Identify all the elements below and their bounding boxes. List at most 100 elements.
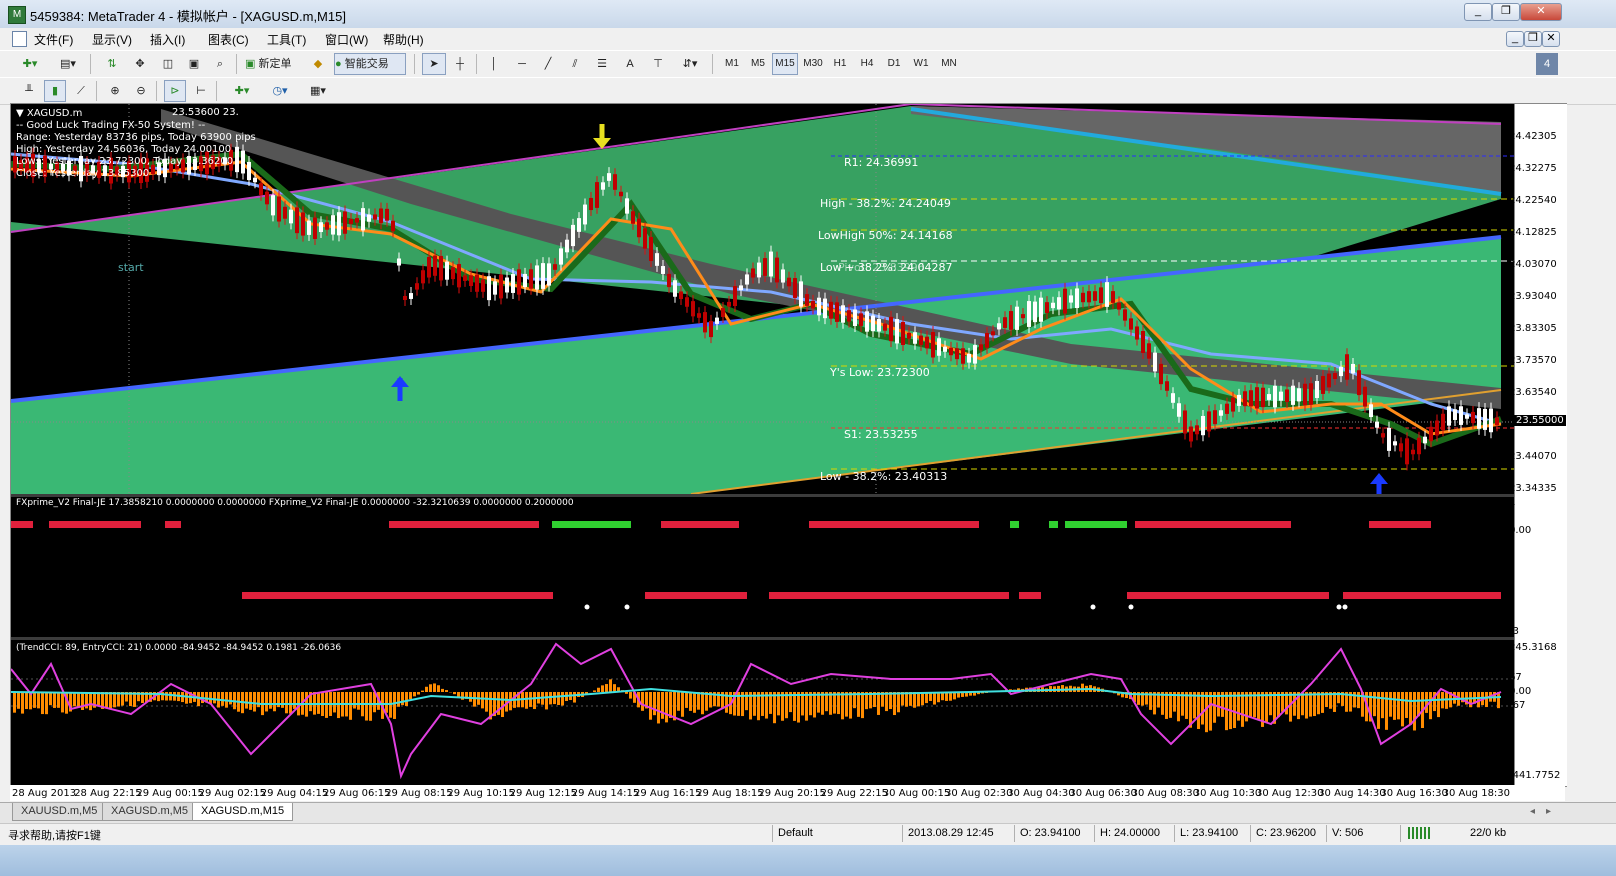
child-restore-button[interactable]: ❐ xyxy=(1524,31,1542,47)
chart-canvas[interactable] xyxy=(11,104,1566,786)
cci-histogram-bar xyxy=(1373,692,1376,717)
child-minimize-button[interactable]: _ xyxy=(1506,31,1524,47)
candle-body xyxy=(907,332,911,339)
cci-histogram-bar xyxy=(37,692,40,709)
time-axis-label: 30 Aug 06:30 xyxy=(1069,788,1137,799)
menu-help[interactable]: 帮助(H) xyxy=(383,31,424,48)
text-tool-icon[interactable]: A xyxy=(618,53,642,75)
candle-body xyxy=(895,319,899,344)
navigator-icon[interactable]: ✥ xyxy=(128,53,152,75)
tab-scroll-right-icon[interactable]: ▸ xyxy=(1546,806,1551,817)
terminal-icon[interactable]: ▣ xyxy=(182,53,206,75)
timeframe-m5-button[interactable]: M5 xyxy=(746,53,770,75)
cci-histogram-bar xyxy=(885,692,888,712)
auto-trading-button[interactable]: ● 智能交易 xyxy=(334,53,406,75)
menu-charts[interactable]: 图表(C) xyxy=(208,31,249,48)
level-lowhigh-50: LowHigh 50%: 24.14168 xyxy=(818,229,953,242)
time-axis-label: 29 Aug 18:15 xyxy=(696,788,764,799)
cci-histogram-bar xyxy=(365,692,368,721)
auto-scroll-icon[interactable]: ⊳ xyxy=(164,80,186,102)
close-button[interactable]: ✕ xyxy=(1520,3,1562,21)
cci-histogram-bar xyxy=(557,692,560,705)
tab-xauusd-m5[interactable]: XAUUSD.m,M5 xyxy=(12,803,107,821)
candle-body xyxy=(1225,403,1229,414)
menu-file[interactable]: 文件(F) xyxy=(34,31,73,48)
cci-histogram-bar xyxy=(49,692,52,706)
toolbar-separator xyxy=(156,81,157,101)
fxprime-bar xyxy=(1049,521,1058,528)
menu-tools[interactable]: 工具(T) xyxy=(267,31,306,48)
indicators-icon[interactable]: ✚▾ xyxy=(224,80,260,102)
timeframe-m1-button[interactable]: M1 xyxy=(720,53,744,75)
zoom-in-icon[interactable]: ⊕ xyxy=(104,80,126,102)
line-chart-icon[interactable]: ⟋ xyxy=(70,80,92,102)
info-line-1: -- Good Luck Trading FX-50 System! -- xyxy=(16,120,206,131)
timeframe-m15-button[interactable]: M15 xyxy=(772,53,798,75)
candle-body xyxy=(415,283,419,290)
level-pivot: Pivot: 23.83996 xyxy=(838,261,925,274)
timeframe-w1-button[interactable]: W1 xyxy=(909,53,933,75)
timeframe-mn-button[interactable]: MN xyxy=(936,53,962,75)
menu-insert[interactable]: 插入(I) xyxy=(150,31,185,48)
cci-histogram-bar xyxy=(813,692,816,718)
cci-histogram-bar xyxy=(425,686,428,692)
cursor-tool-icon[interactable]: ➤ xyxy=(422,53,446,75)
connection-status-icon[interactable] xyxy=(1408,827,1432,839)
crosshair-tool-icon[interactable]: ┼ xyxy=(448,53,472,75)
timeframe-h1-button[interactable]: H1 xyxy=(828,53,852,75)
timeframe-d1-button[interactable]: D1 xyxy=(882,53,906,75)
tab-xagusd-m15[interactable]: XAGUSD.m,M15 xyxy=(192,803,294,821)
candle-body xyxy=(427,256,431,278)
metaeditor-icon[interactable]: ◆ xyxy=(306,53,330,75)
candle-body xyxy=(715,317,719,324)
menu-view[interactable]: 显示(V) xyxy=(92,31,132,48)
cci-histogram-bar xyxy=(681,692,684,717)
tab-xagusd-m5[interactable]: XAGUSD.m,M5 xyxy=(102,803,198,821)
arrows-tool-icon[interactable]: ⇵▾ xyxy=(672,53,708,75)
bar-chart-icon[interactable]: ╨ xyxy=(18,80,40,102)
cci-histogram-bar xyxy=(1233,692,1236,728)
candle-body xyxy=(637,218,641,238)
periods-icon[interactable]: ◷▾ xyxy=(262,80,298,102)
cci-histogram-bar xyxy=(849,692,852,719)
horizontal-line-icon[interactable]: ─ xyxy=(510,53,534,75)
fibonacci-icon[interactable]: ☰ xyxy=(590,53,614,75)
chart-shift-icon[interactable]: ⊢ xyxy=(190,80,212,102)
level-r1: R1: 24.36991 xyxy=(844,156,919,169)
vertical-line-icon[interactable]: │ xyxy=(482,53,506,75)
price-axis-label: 23.44070 xyxy=(1509,451,1557,462)
new-chart-icon[interactable]: ✚▾ xyxy=(14,53,46,75)
candle-body xyxy=(241,150,245,174)
candle-body xyxy=(1327,373,1331,388)
templates-icon[interactable]: ▦▾ xyxy=(300,80,336,102)
chart-window[interactable] xyxy=(10,103,1567,787)
fxprime-bar xyxy=(769,592,1009,599)
fxprime-bar xyxy=(1135,521,1291,528)
tab-scroll-left-icon[interactable]: ◂ xyxy=(1530,806,1535,817)
profiles-icon[interactable]: ▤▾ xyxy=(52,53,84,75)
timeframe-h4-button[interactable]: H4 xyxy=(855,53,879,75)
cci-histogram-bar xyxy=(281,692,284,708)
candle-body xyxy=(1483,408,1487,430)
restore-button[interactable]: ❐ xyxy=(1492,3,1520,21)
candle-body xyxy=(1021,314,1025,319)
candle-body xyxy=(1471,411,1475,424)
trendline-icon[interactable]: ╱ xyxy=(536,53,560,75)
zoom-out-icon[interactable]: ⊖ xyxy=(130,80,152,102)
minimize-button[interactable]: _ xyxy=(1464,3,1492,21)
menu-window[interactable]: 窗口(W) xyxy=(325,31,368,48)
candle-body xyxy=(1411,449,1415,455)
timeframe-m30-button[interactable]: M30 xyxy=(800,53,826,75)
cci-histogram-bar xyxy=(45,692,48,715)
data-window-icon[interactable]: ◫ xyxy=(156,53,180,75)
text-label-icon[interactable]: ⊤ xyxy=(646,53,670,75)
cci-histogram-bar xyxy=(669,692,672,718)
toolbar-options-icon[interactable]: 4 xyxy=(1536,53,1558,75)
strategy-tester-icon[interactable]: ⌕ xyxy=(208,53,232,75)
equidistant-channel-icon[interactable]: ⫽ xyxy=(562,53,588,75)
candlestick-chart-icon[interactable]: ▮ xyxy=(44,80,66,102)
candle-body xyxy=(721,308,725,317)
market-watch-icon[interactable]: ⇅ xyxy=(100,53,124,75)
child-close-button[interactable]: ✕ xyxy=(1542,31,1560,47)
time-axis-label: 30 Aug 12:30 xyxy=(1256,788,1324,799)
